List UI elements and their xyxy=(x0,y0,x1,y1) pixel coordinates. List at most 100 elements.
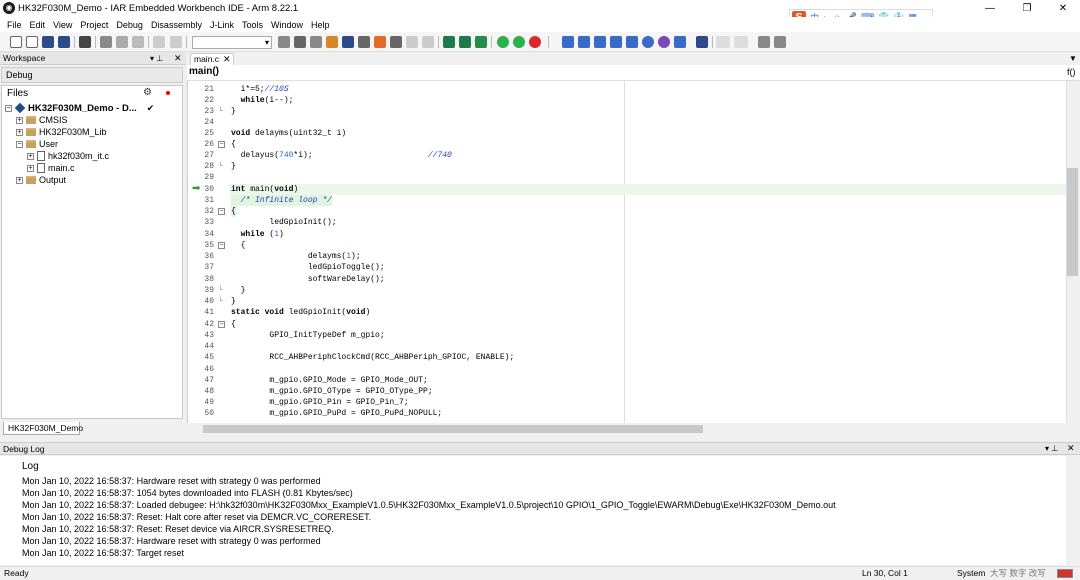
debug-log-header: Debug Log xyxy=(0,442,1080,455)
line-number: 42 xyxy=(204,320,214,329)
stop-icon[interactable] xyxy=(696,36,708,48)
code-line: RCC_AHBPeriphClockCmd(RCC_AHBPeriph_GPIO… xyxy=(231,353,515,362)
scrollbar-thumb[interactable] xyxy=(1067,168,1078,276)
workspace-tab[interactable]: HK32F030M_Demo xyxy=(3,422,83,435)
menu-project[interactable]: Project xyxy=(76,20,112,30)
expand-icon[interactable]: + xyxy=(27,164,34,172)
close-icon[interactable]: ✕ xyxy=(174,52,182,65)
expand-icon[interactable]: + xyxy=(16,128,23,136)
download-debug-icon[interactable] xyxy=(497,36,509,48)
gear-icon[interactable]: ⚙ xyxy=(143,87,152,98)
expand-icon[interactable]: + xyxy=(27,152,34,160)
new-document-icon[interactable] xyxy=(26,36,38,48)
menu-file[interactable]: File xyxy=(3,20,26,30)
main-toolbar xyxy=(0,32,1080,52)
fold-collapse-icon[interactable]: − xyxy=(218,208,225,215)
tree-item-it-file[interactable]: + hk32f030m_it.c xyxy=(27,150,109,162)
etm-icon[interactable] xyxy=(716,36,730,48)
current-function[interactable]: main() xyxy=(189,66,219,77)
collapse-icon[interactable]: − xyxy=(5,104,12,112)
menu-edit[interactable]: Edit xyxy=(26,20,50,30)
go-to-icon[interactable] xyxy=(326,36,338,48)
maximize-button[interactable]: ❐ xyxy=(1012,0,1042,17)
code-line: /* Infinite loop */ xyxy=(231,195,332,206)
paste-icon[interactable] xyxy=(132,36,144,48)
log-scrollbar[interactable] xyxy=(1066,456,1080,565)
stop-debug-icon[interactable] xyxy=(529,36,541,48)
undo-icon[interactable] xyxy=(153,36,165,48)
tree-item-lib[interactable]: + HK32F030M_Lib xyxy=(16,126,107,138)
clear-bookmarks-icon[interactable] xyxy=(422,36,434,48)
tab-list-icon[interactable]: ▼ xyxy=(1069,54,1077,63)
fold-collapse-icon[interactable]: − xyxy=(218,141,225,148)
menu-bar: File Edit View Project Debug Disassembly… xyxy=(0,17,1080,32)
menu-view[interactable]: View xyxy=(49,20,76,30)
print-icon[interactable] xyxy=(79,36,91,48)
next-statement-icon[interactable] xyxy=(610,36,622,48)
window-layout2-icon[interactable] xyxy=(774,36,786,48)
save-icon[interactable] xyxy=(42,36,54,48)
code-line: } xyxy=(231,107,236,116)
indent-icon[interactable] xyxy=(342,36,354,48)
scrollbar-thumb[interactable] xyxy=(203,425,703,433)
build-icon[interactable] xyxy=(475,36,487,48)
go-icon[interactable] xyxy=(642,36,654,48)
log-line: Mon Jan 10, 2022 16:58:37: Loaded debuge… xyxy=(22,500,836,510)
find-icon[interactable] xyxy=(294,36,306,48)
pin-icon[interactable]: ▾ ⊥ xyxy=(1045,442,1058,455)
tree-item-workspace[interactable]: − HK32F030M_Demo - D... ✔ xyxy=(5,102,154,114)
close-icon[interactable]: ✕ xyxy=(1067,442,1075,455)
expand-icon[interactable]: + xyxy=(16,176,23,184)
make-icon[interactable] xyxy=(459,36,471,48)
menu-tools[interactable]: Tools xyxy=(238,20,267,30)
swo-icon[interactable] xyxy=(734,36,748,48)
menu-help[interactable]: Help xyxy=(307,20,334,30)
nav-forward-icon[interactable] xyxy=(310,36,322,48)
menu-window[interactable]: Window xyxy=(267,20,307,30)
prev-bookmark-icon[interactable] xyxy=(358,36,370,48)
tree-item-cmsis[interactable]: + CMSIS xyxy=(16,114,68,126)
debug-without-download-icon[interactable] xyxy=(513,36,525,48)
redo-icon[interactable] xyxy=(170,36,182,48)
line-number: 37 xyxy=(204,263,214,272)
chevron-down-icon[interactable]: ▾ xyxy=(265,37,269,49)
pin-icon[interactable]: ▾ ⊥ xyxy=(150,52,163,65)
run-to-cursor-icon[interactable] xyxy=(626,36,638,48)
bookmark-icon[interactable] xyxy=(374,36,386,48)
minimize-button[interactable]: — xyxy=(975,0,1005,17)
save-all-icon[interactable] xyxy=(58,36,70,48)
find-combo[interactable]: ▾ xyxy=(192,36,272,49)
close-tab-icon[interactable]: ✕ xyxy=(223,53,231,65)
configuration-select[interactable]: Debug xyxy=(1,67,183,83)
break-icon[interactable] xyxy=(658,36,670,48)
tree-item-user[interactable]: − User xyxy=(16,138,58,150)
menu-disassembly[interactable]: Disassembly xyxy=(147,20,206,30)
code-line: ledGpioToggle(); xyxy=(231,263,385,272)
step-into-icon[interactable] xyxy=(578,36,590,48)
toggle-bookmark-icon[interactable] xyxy=(406,36,418,48)
fold-collapse-icon[interactable]: − xyxy=(218,321,225,328)
menu-debug[interactable]: Debug xyxy=(112,20,147,30)
step-out-icon[interactable] xyxy=(594,36,606,48)
cut-icon[interactable] xyxy=(100,36,112,48)
function-list-icon[interactable]: f() xyxy=(1067,67,1076,77)
compile-icon[interactable] xyxy=(443,36,455,48)
new-file-icon[interactable] xyxy=(10,36,22,48)
close-button[interactable]: ✕ xyxy=(1048,0,1078,17)
tree-item-main-file[interactable]: + main.c xyxy=(27,162,75,174)
expand-icon[interactable]: + xyxy=(16,116,23,124)
nav-back-icon[interactable] xyxy=(278,36,290,48)
reset-icon[interactable] xyxy=(674,36,686,48)
next-bookmark-icon[interactable] xyxy=(390,36,402,48)
line-number: 40 xyxy=(204,297,214,306)
collapse-icon[interactable]: − xyxy=(16,140,23,148)
step-over-icon[interactable] xyxy=(562,36,574,48)
fold-collapse-icon[interactable]: − xyxy=(218,242,225,249)
tree-item-output[interactable]: + Output xyxy=(16,174,66,186)
window-layout-icon[interactable] xyxy=(758,36,770,48)
editor-tab-bar xyxy=(187,52,1080,65)
files-column-header: Files xyxy=(7,88,29,99)
check-icon: ✔ xyxy=(146,102,155,113)
copy-icon[interactable] xyxy=(116,36,128,48)
menu-jlink[interactable]: J-Link xyxy=(206,20,238,30)
